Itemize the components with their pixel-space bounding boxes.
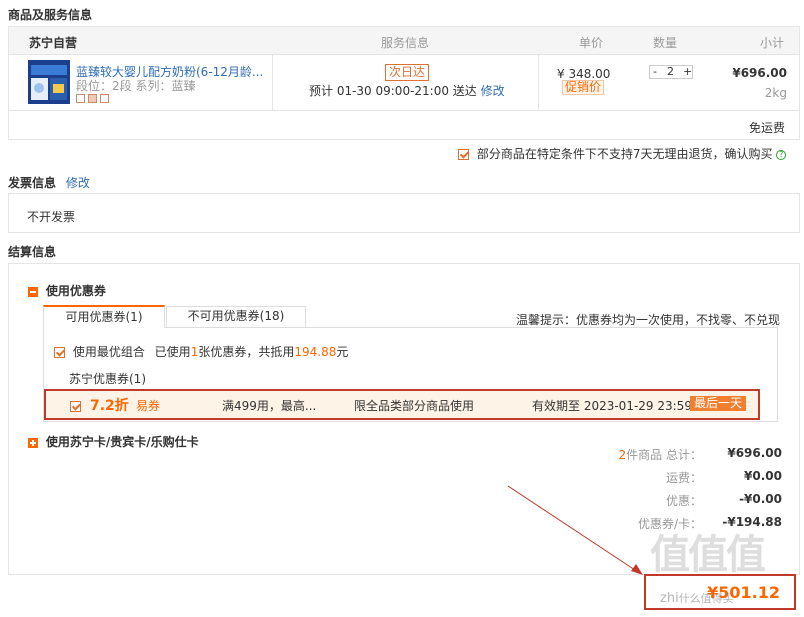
qty-minus-button[interactable]: - [653,65,657,78]
divider [272,55,273,111]
card-toggle[interactable]: 使用苏宁卡/贵宾卡/乐购仕卡 [28,433,199,450]
tab-unavailable-coupons[interactable]: 不可用优惠券(18) [166,306,306,327]
service-icon [88,94,97,103]
watermark-label: 什么值得买 [678,592,734,605]
item-subtotal: ¥696.00 [732,66,787,80]
used-amount: 194.88 [294,345,337,359]
service-icon [76,94,85,103]
summary-value: -¥0.00 [739,492,782,506]
freight-text: 免运费 [748,121,785,135]
svg-text:值值值: 值值值 [650,532,765,578]
store-name: 苏宁自营 [29,36,78,50]
product-thumbnail[interactable] [28,60,70,104]
settle-section-title: 结算信息 [8,245,57,259]
best-combo-checkbox[interactable] [54,347,65,358]
coupon-expiry: 有效期至 2023-01-29 23:59 [532,399,692,413]
summary-label-text: 件商品 总计： [626,448,702,462]
invoice-section-title: 发票信息 [8,176,57,190]
qty-value[interactable]: 2 [667,65,674,78]
coupon-tip: 温馨提示：优惠券均为一次使用，不找零、不兑现 [516,313,781,327]
collapse-icon[interactable] [28,286,38,297]
summary-value: ¥0.00 [744,469,782,483]
goods-box: 苏宁自营 服务信息 单价 数量 小计 蓝臻较大婴儿配方奶粉(6-12月龄... … [8,26,800,140]
invoice-value: 不开发票 [27,210,76,224]
summary-label: 2件商品 总计： [619,446,702,463]
summary-value: -¥194.88 [722,515,782,529]
invoice-header: 发票信息 修改 [8,174,90,191]
watermark-text: zhi什么值得买 [660,591,734,606]
return-confirm-checkbox[interactable] [458,149,469,160]
promo-badge: 促销价 [562,80,605,95]
card-toggle-label: 使用苏宁卡/贵宾卡/乐购仕卡 [45,435,199,449]
invoice-modify-link[interactable]: 修改 [66,176,90,190]
last-day-tag: 最后一天 [690,396,747,411]
annotation-arrow [507,485,643,575]
quantity-stepper: - 2 + [649,65,693,79]
used-suffix: 元 [336,345,349,359]
summary-value: ¥696.00 [727,446,782,460]
help-icon[interactable]: ? [776,149,787,160]
delivery-text: 预计 01-30 09:00-21:00 送达 [309,84,477,98]
best-combo-label: 使用最优组合 [72,345,145,359]
item-weight: 2kg [764,86,787,100]
tab-available-coupons[interactable]: 可用优惠券(1) [43,305,165,328]
qty-plus-button[interactable]: + [683,65,692,78]
return-notice-text: 部分商品在特定条件下不支持7天无理由退货，确认购买 [476,147,773,161]
header-qty: 数量 [653,36,678,50]
header-subtotal: 小计 [760,36,785,50]
modify-delivery-link[interactable]: 修改 [481,84,505,98]
used-mid: 张优惠券，共抵用 [198,345,295,359]
summary-row: 2件商品 总计： ¥696.00 [560,446,782,469]
coupon-row[interactable]: 7.2折 易券 满499用，最高... 限全品类部分商品使用 有效期至 2023… [44,389,760,420]
unit-price: ¥ 348.00 [557,67,611,81]
best-combo-row: 使用最优组合 已使用1张优惠券，共抵用194.88元 [54,343,348,360]
coupon-toggle-label: 使用优惠券 [45,284,106,298]
coupon-group-label: 苏宁优惠券(1) [69,372,146,386]
coupon-type: 易券 [136,399,161,413]
summary-label: 运费： [665,471,702,485]
coupon-checkbox[interactable] [70,401,81,412]
coupon-scope: 限全品类部分商品使用 [354,399,475,413]
header-price: 单价 [579,36,604,50]
coupon-condition: 满499用，最高... [222,399,317,413]
header-service: 服务信息 [381,36,430,50]
goods-section-title: 商品及服务信息 [8,8,93,22]
service-icons [76,92,109,106]
watermark-logo: 值值值 [650,528,790,587]
next-day-badge: 次日达 [385,64,430,81]
used-prefix: 已使用 [154,345,191,359]
invoice-box: 不开发票 [8,193,800,233]
delivery-info: 预计 01-30 09:00-21:00 送达 修改 [309,82,505,99]
service-icon [100,94,109,103]
return-notice: 部分商品在特定条件下不支持7天无理由退货，确认购买 ? [458,145,787,162]
expand-icon[interactable] [28,437,38,448]
divider [538,55,539,111]
summary-label: 优惠： [665,494,702,508]
coupon-discount: 7.2折 [90,398,129,414]
coupon-toggle[interactable]: 使用优惠券 [28,282,106,299]
